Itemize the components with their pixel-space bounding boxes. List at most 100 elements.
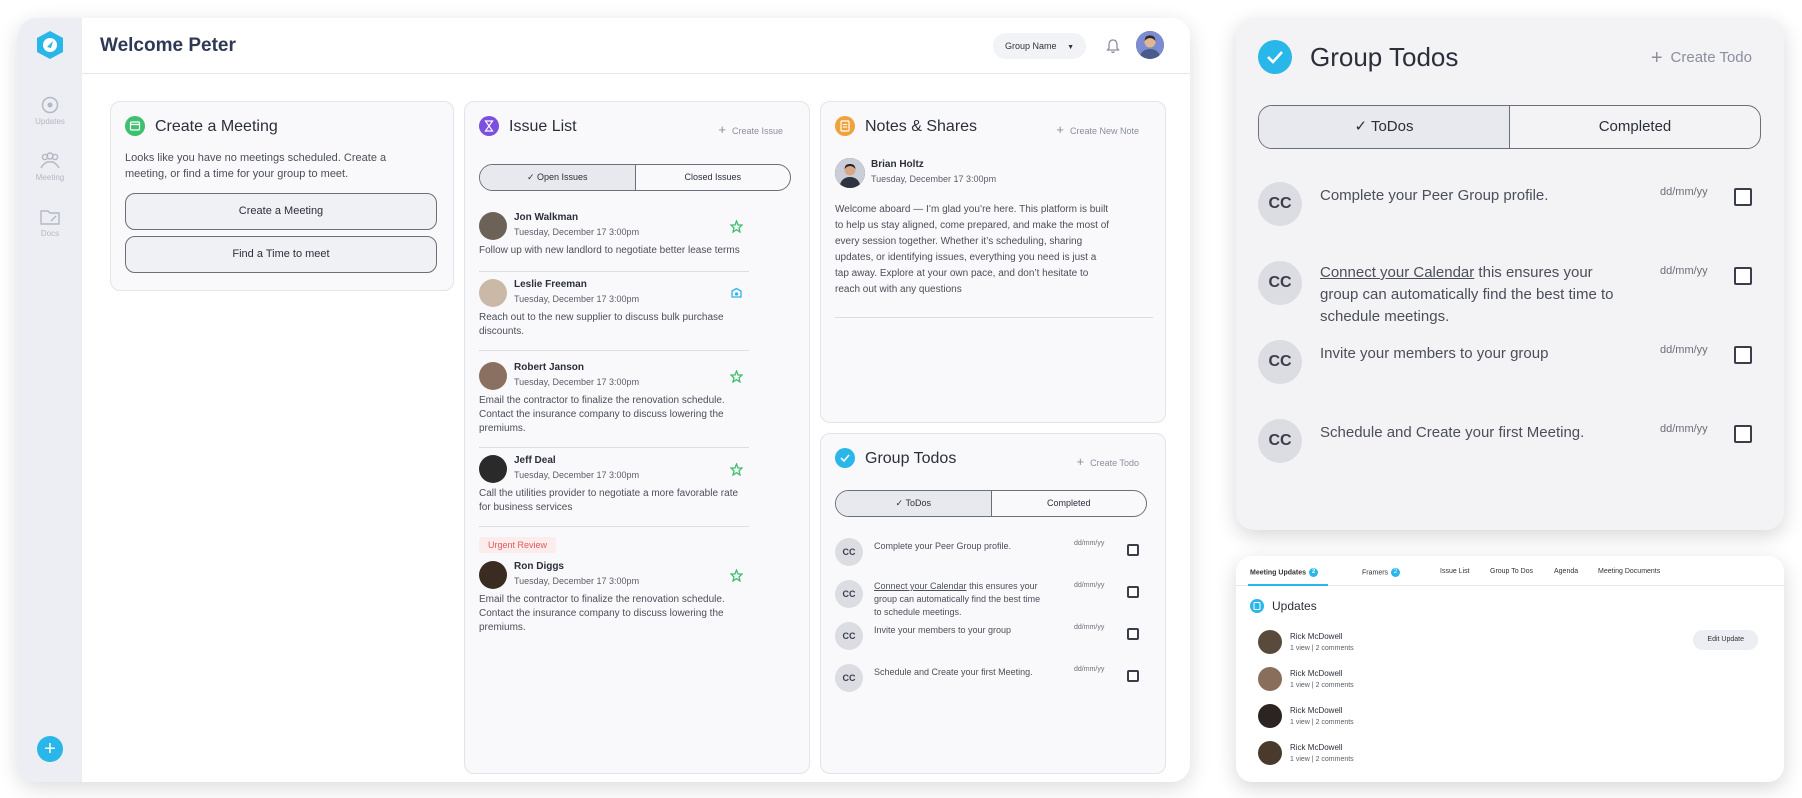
app-logo-icon[interactable] (35, 30, 65, 60)
avatar (479, 561, 507, 589)
urgent-review-badge: Urgent Review (479, 537, 557, 553)
check-circle-icon (835, 448, 855, 468)
plus-icon: + (1056, 122, 1064, 137)
todo-date[interactable]: dd/mm/yy (1074, 666, 1104, 673)
meeting-card-title: Create a Meeting (155, 118, 278, 135)
todo-text: Connect your Calendar this ensures your … (1320, 262, 1620, 328)
divider (479, 271, 749, 272)
todo-date[interactable]: dd/mm/yy (1074, 624, 1104, 631)
tab-closed-issues[interactable]: Closed Issues (636, 165, 791, 190)
tab-todos[interactable]: ✓ ToDos (1259, 106, 1510, 148)
updates-icon (41, 96, 59, 114)
update-meta: 1 view | 2 comments (1290, 719, 1354, 726)
star-icon[interactable] (730, 569, 743, 582)
star-icon[interactable] (730, 220, 743, 233)
tab-meeting-documents[interactable]: Meeting Documents (1598, 568, 1660, 575)
create-todo-link[interactable]: + Create Todo (1651, 47, 1752, 70)
update-row[interactable]: Rick McDowell 1 view | 2 comments (1258, 667, 1758, 697)
todo-checkbox[interactable] (1734, 188, 1752, 206)
todo-checkbox[interactable] (1127, 670, 1139, 682)
issue-item[interactable]: Ron Diggs Tuesday, December 17 3:00pm Em… (479, 561, 749, 635)
tab-meeting-updates[interactable]: Meeting Updates 2 (1250, 568, 1319, 577)
tab-framers[interactable]: Framers 2 (1362, 568, 1401, 577)
comment-count: 2 comments (1315, 756, 1354, 763)
group-name: Group Name (1005, 41, 1057, 51)
view-count: 1 view (1290, 645, 1310, 652)
user-avatar[interactable] (1136, 31, 1164, 59)
create-todo-link[interactable]: + Create Todo (1077, 454, 1139, 469)
issue-author: Jon Walkman (514, 212, 579, 223)
update-row[interactable]: Rick McDowell 1 view | 2 comments (1258, 741, 1758, 771)
issue-text: Email the contractor to finalize the ren… (479, 395, 725, 434)
sidebar-item-label: Updates (35, 117, 65, 126)
issue-item[interactable]: Robert Janson Tuesday, December 17 3:00p… (479, 362, 749, 436)
create-todo-label: Create Todo (1670, 49, 1752, 66)
tab-todos[interactable]: ✓ ToDos (836, 491, 992, 516)
create-meeting-button[interactable]: Create a Meeting (125, 193, 437, 230)
todo-text: Invite your members to your group (1320, 345, 1549, 362)
tab-todos-label: ToDos (1370, 118, 1414, 135)
avatar (835, 158, 865, 188)
todo-checkbox[interactable] (1734, 425, 1752, 443)
avatar (1258, 630, 1282, 654)
connect-calendar-link[interactable]: Connect your Calendar (874, 581, 967, 591)
todo-date[interactable]: dd/mm/yy (1074, 582, 1104, 589)
tab-issue-list[interactable]: Issue List (1440, 568, 1470, 575)
find-time-button[interactable]: Find a Time to meet (125, 236, 437, 273)
badge-icon[interactable] (730, 287, 743, 300)
sidebar-item-docs[interactable]: Docs (18, 208, 82, 238)
avatar (1258, 667, 1282, 691)
comment-count: 2 comments (1315, 645, 1354, 652)
todo-checkbox[interactable] (1127, 586, 1139, 598)
group-selector[interactable]: Group Name ▼ (993, 33, 1086, 59)
todo-date[interactable]: dd/mm/yy (1660, 344, 1708, 356)
todo-checkbox[interactable] (1127, 544, 1139, 556)
todos-title: Group Todos (865, 450, 957, 467)
avatar: CC (1258, 419, 1302, 463)
create-note-link[interactable]: + Create New Note (1056, 122, 1139, 137)
connect-calendar-link[interactable]: Connect your Calendar (1320, 264, 1474, 281)
tab-completed[interactable]: Completed (1510, 106, 1760, 148)
divider (479, 350, 749, 351)
sidebar-item-meeting[interactable]: Meeting (18, 152, 82, 182)
note-author: Brian Holtz (871, 159, 924, 170)
todo-checkbox[interactable] (1127, 628, 1139, 640)
update-meta: 1 view | 2 comments (1290, 756, 1354, 763)
sidebar-item-updates[interactable]: Updates (18, 96, 82, 126)
add-button[interactable]: + (37, 736, 63, 762)
update-row[interactable]: Rick McDowell 1 view | 2 comments (1258, 704, 1758, 734)
todo-checkbox[interactable] (1734, 346, 1752, 364)
tab-agenda[interactable]: Agenda (1554, 568, 1578, 575)
note-icon (835, 116, 855, 136)
avatar (1258, 741, 1282, 765)
issue-text: Follow up with new landlord to negotiate… (479, 245, 740, 256)
avatar: CC (835, 580, 863, 608)
avatar: CC (1258, 340, 1302, 384)
issue-item[interactable]: Leslie Freeman Tuesday, December 17 3:00… (479, 279, 749, 339)
tab-completed[interactable]: Completed (992, 491, 1147, 516)
star-icon[interactable] (730, 463, 743, 476)
tab-group-to-dos[interactable]: Group To Dos (1490, 568, 1533, 575)
bell-icon[interactable] (1106, 38, 1120, 54)
issue-author: Jeff Deal (514, 455, 556, 466)
create-todo-label: Create Todo (1090, 458, 1139, 468)
todo-date[interactable]: dd/mm/yy (1660, 423, 1708, 435)
todos-title: Group Todos (1310, 42, 1459, 72)
todo-date[interactable]: dd/mm/yy (1660, 186, 1708, 198)
todo-date[interactable]: dd/mm/yy (1074, 540, 1104, 547)
issue-author: Leslie Freeman (514, 279, 587, 290)
avatar (1258, 704, 1282, 728)
tab-todos-label: ToDos (905, 498, 931, 508)
todo-checkbox[interactable] (1734, 267, 1752, 285)
tab-open-issues[interactable]: ✓ Open Issues (480, 165, 636, 190)
todo-text: Invite your members to your group (874, 625, 1012, 635)
create-issue-link[interactable]: + Create Issue (718, 122, 783, 137)
todo-date[interactable]: dd/mm/yy (1660, 265, 1708, 277)
updates-panel: Meeting Updates 2 Framers 2 Issue List Gro… (1236, 556, 1784, 782)
todo-tabs: ✓ ToDos Completed (1258, 105, 1761, 149)
update-row[interactable]: Rick McDowell 1 view | 2 comments (1258, 630, 1758, 660)
issue-item[interactable]: Jeff Deal Tuesday, December 17 3:00pm Ca… (479, 455, 749, 515)
issue-item[interactable]: Jon Walkman Tuesday, December 17 3:00pm … (479, 212, 749, 262)
star-icon[interactable] (730, 370, 743, 383)
tab-label: Meeting Updates (1250, 569, 1307, 577)
